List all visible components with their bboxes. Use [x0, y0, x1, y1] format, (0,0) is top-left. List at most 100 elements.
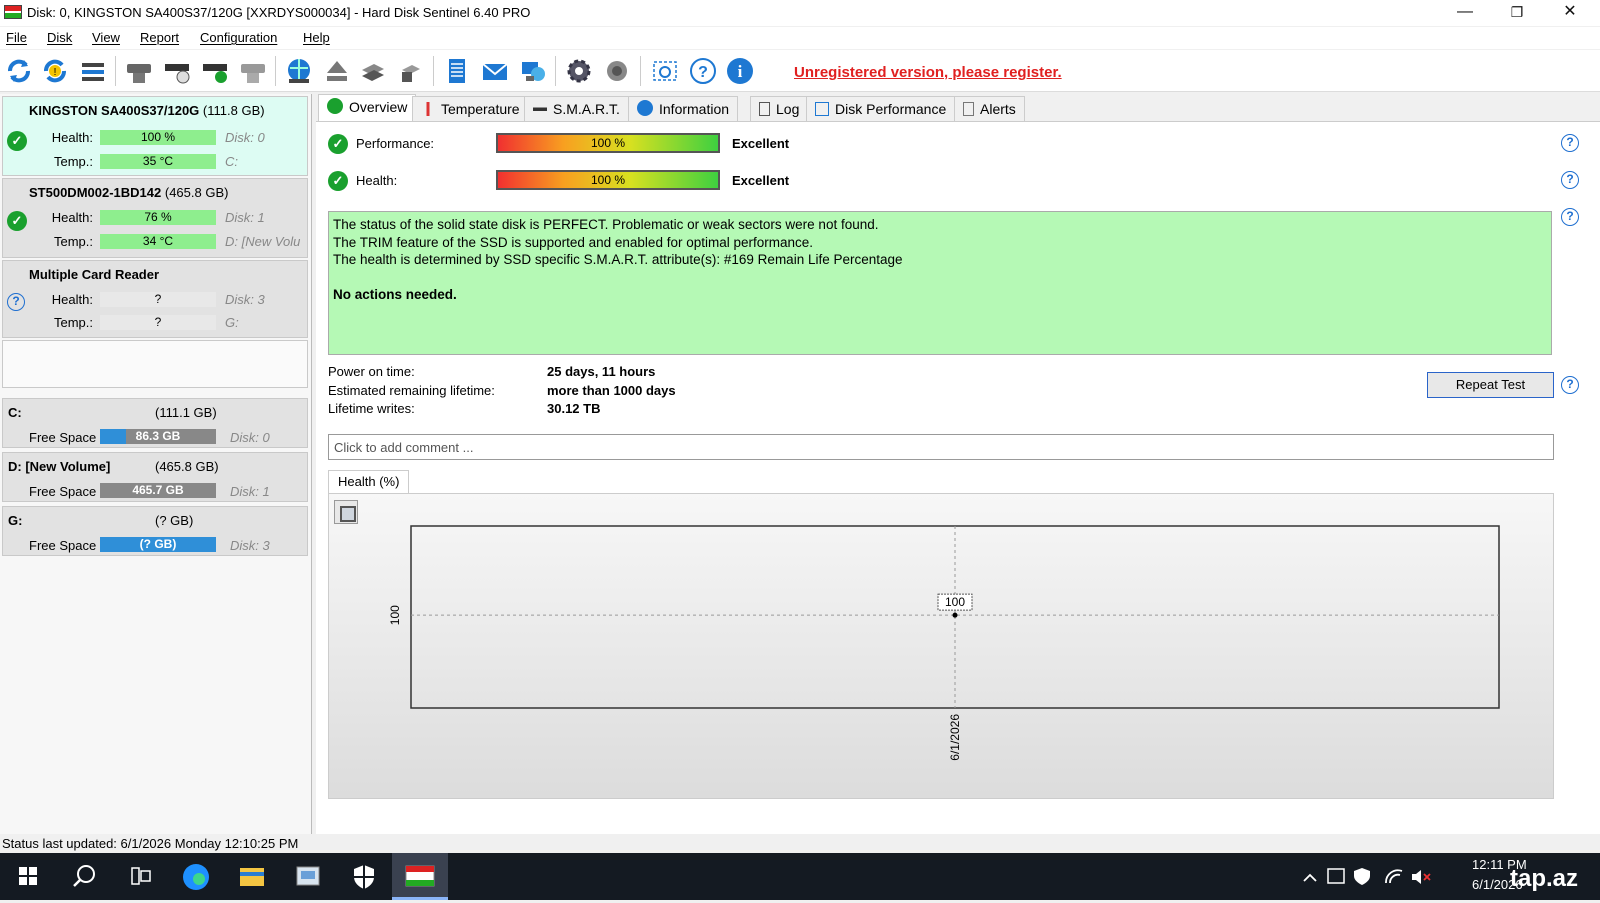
- help-icon[interactable]: ?: [688, 56, 718, 86]
- tray-icons[interactable]: [1300, 865, 1450, 889]
- svg-text:?: ?: [698, 64, 708, 81]
- health-label: Health:: [356, 173, 398, 188]
- window-title: Disk: 0, KINGSTON SA400S37/120G [XXRDYS0…: [27, 5, 531, 20]
- writes-value: 30.12 TB: [547, 401, 601, 416]
- disk-name: Multiple Card Reader: [29, 267, 160, 282]
- menu-disk[interactable]: Disk: [47, 30, 72, 45]
- task-view-icon[interactable]: [112, 853, 168, 900]
- drive-usb-icon[interactable]: [396, 56, 426, 86]
- menu-view[interactable]: View: [92, 30, 120, 45]
- health-bar: 100 %: [100, 130, 216, 145]
- thermometer-icon: [421, 102, 435, 116]
- comment-input[interactable]: [328, 434, 1554, 460]
- tab-log[interactable]: Log: [750, 96, 809, 122]
- help-icon[interactable]: ?: [1561, 208, 1579, 226]
- status-line: The TRIM feature of the SSD is supported…: [333, 234, 814, 250]
- volume-size: (465.8 GB): [155, 459, 219, 474]
- help-icon[interactable]: ?: [1561, 134, 1579, 152]
- screenshot-icon[interactable]: [650, 56, 680, 86]
- chart-icon: [815, 102, 829, 116]
- menu-help[interactable]: Help: [303, 30, 330, 45]
- info-icon: [637, 100, 653, 116]
- disk-card-0[interactable]: KINGSTON SA400S37/120G (111.8 GB) ✓ Heal…: [2, 96, 308, 176]
- volume-size: (? GB): [155, 513, 194, 528]
- health-label: Health:: [51, 210, 93, 225]
- tab-information[interactable]: Information: [628, 96, 739, 122]
- disk-name: KINGSTON SA400S37/120G (111.8 GB): [29, 103, 265, 118]
- document-icon: [759, 102, 770, 116]
- disk-card-3[interactable]: Multiple Card Reader ? Health: ? Disk: 3…: [2, 260, 308, 338]
- email-icon[interactable]: [480, 56, 510, 86]
- svg-text:!: !: [54, 67, 57, 78]
- data-point: [952, 612, 958, 618]
- performance-bar: 100 %: [496, 133, 720, 153]
- restore-button[interactable]: ❐: [1492, 0, 1542, 26]
- volume-disk-id: Disk: 0: [230, 430, 270, 445]
- menu-file[interactable]: File: [6, 30, 27, 45]
- hard-disk-sentinel-task[interactable]: [392, 853, 448, 900]
- network-report-icon[interactable]: [518, 56, 548, 86]
- minimize-button[interactable]: —: [1440, 0, 1490, 26]
- tab-health-chart[interactable]: Health (%): [328, 470, 410, 494]
- temp-bar: 34 °C: [100, 234, 216, 249]
- alerts-icon: [963, 102, 974, 116]
- file-explorer-icon[interactable]: [224, 853, 280, 900]
- search-icon[interactable]: [56, 853, 112, 900]
- repeat-test-button[interactable]: Repeat Test: [1427, 372, 1554, 398]
- temp-bar: ?: [100, 315, 216, 330]
- edge-icon[interactable]: [168, 853, 224, 900]
- start-button[interactable]: [0, 853, 56, 900]
- menu-report[interactable]: Report: [140, 30, 179, 45]
- disk-card-1[interactable]: ST500DM002-1BD142 (465.8 GB) ✓ Health: 7…: [2, 178, 308, 258]
- help-icon[interactable]: ?: [1561, 171, 1579, 189]
- tab-disk-performance[interactable]: Disk Performance: [806, 96, 956, 122]
- tab-temperature[interactable]: Temperature: [412, 96, 529, 122]
- check-icon: ✓: [328, 134, 348, 154]
- disk-cleanup-icon[interactable]: [280, 853, 336, 900]
- disk-list-icon[interactable]: [78, 56, 108, 86]
- free-space-label: Free Space: [29, 484, 97, 499]
- hdd-schedule-icon[interactable]: [162, 56, 192, 86]
- tab-bar: Overview Temperature S.M.A.R.T. Informat…: [318, 94, 1598, 122]
- eject-icon[interactable]: [322, 56, 352, 86]
- check-icon: ✓: [328, 171, 348, 191]
- drive-letter: C:: [225, 154, 238, 169]
- hdd-off-icon[interactable]: [238, 56, 268, 86]
- health-bar: ?: [100, 292, 216, 307]
- drive-stack-icon[interactable]: [358, 56, 388, 86]
- info-icon[interactable]: i: [725, 56, 755, 86]
- tab-alerts[interactable]: Alerts: [954, 96, 1025, 122]
- volume-name: G:: [8, 513, 23, 528]
- temp-label: Temp.:: [53, 154, 93, 169]
- temp-bar: 35 °C: [100, 154, 216, 169]
- register-link[interactable]: Unregistered version, please register.: [794, 64, 1062, 81]
- smart-icon: [533, 102, 547, 116]
- sound-settings-icon[interactable]: [602, 56, 632, 86]
- refresh-all-icon[interactable]: !: [40, 56, 70, 86]
- tab-overview[interactable]: Overview: [318, 94, 417, 122]
- security-shield-icon[interactable]: [336, 853, 392, 900]
- menu-configuration[interactable]: Configuration: [200, 30, 277, 45]
- report-icon[interactable]: [442, 56, 472, 86]
- check-icon: [327, 98, 343, 114]
- volume-card-d[interactable]: D: [New Volume] (465.8 GB) Free Space 46…: [2, 452, 308, 502]
- tab-smart[interactable]: S.M.A.R.T.: [524, 96, 629, 122]
- hdd-check-icon[interactable]: [200, 56, 230, 86]
- help-icon[interactable]: ?: [1561, 376, 1579, 394]
- health-label: Health:: [51, 292, 93, 307]
- disk-name: ST500DM002-1BD142 (465.8 GB): [29, 185, 229, 200]
- hdd-icon[interactable]: [124, 56, 154, 86]
- globe-icon[interactable]: [284, 56, 314, 86]
- status-bar: Status last updated: 6/1/2026 Monday 12:…: [0, 834, 1600, 853]
- volume-card-c[interactable]: C: (111.1 GB) Free Space 86.3 GB Disk: 0: [2, 398, 308, 448]
- volume-card-g[interactable]: G: (? GB) Free Space (? GB) Disk: 3: [2, 506, 308, 556]
- refresh-icon[interactable]: [4, 56, 34, 86]
- gear-icon[interactable]: [564, 56, 594, 86]
- free-space-label: Free Space: [29, 538, 97, 553]
- disk-list-panel: KINGSTON SA400S37/120G (111.8 GB) ✓ Heal…: [0, 94, 312, 834]
- health-label: Health:: [51, 130, 93, 145]
- menu-bar: File Disk View Report Configuration Help: [0, 27, 1600, 49]
- close-button[interactable]: ✕: [1545, 0, 1595, 26]
- disk-id: Disk: 0: [225, 130, 265, 145]
- health-bar: 76 %: [100, 210, 216, 225]
